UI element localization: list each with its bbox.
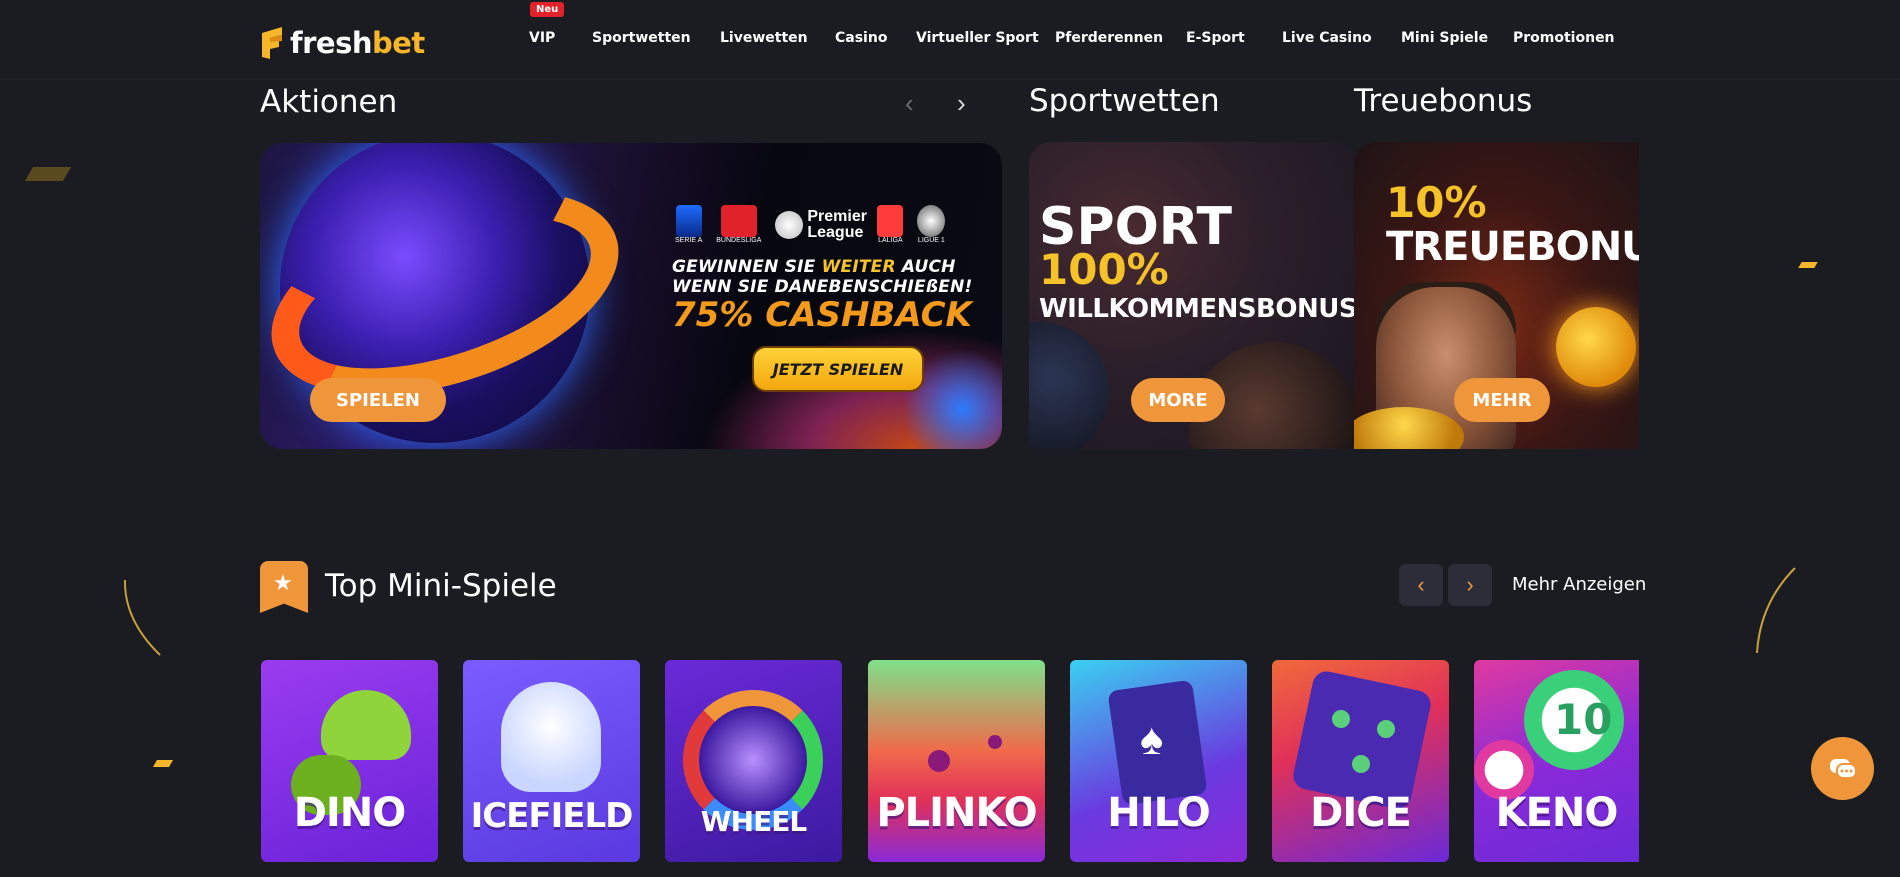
game-card-keno[interactable]: 10 KENO <box>1474 660 1639 862</box>
game-title: WHEEL <box>700 805 807 838</box>
treue-percent: 10% <box>1386 178 1487 227</box>
football-art <box>1029 322 1109 449</box>
nav-casino[interactable]: Casino <box>835 30 887 46</box>
spade-art: ♠ <box>1140 715 1164 764</box>
game-title: DICE <box>1310 790 1412 836</box>
new-badge: Neu <box>530 2 565 17</box>
streak-decoration <box>1756 567 1796 654</box>
game-card-dino[interactable]: DINO <box>261 660 438 862</box>
game-card-dice[interactable]: DICE <box>1272 660 1449 862</box>
treue-heading: TREUEBONUS <box>1386 224 1639 270</box>
nav-virtueller-sport[interactable]: Virtueller Sport <box>916 30 1039 46</box>
dice-pip-art <box>1332 710 1350 728</box>
league-bundesliga: BUNDESLIGA <box>716 205 761 244</box>
game-title: DINO <box>293 790 407 836</box>
sport-bonus-banner[interactable]: SPORT 100% WILLKOMMENSBONUS MORE <box>1029 142 1355 449</box>
game-card-wheel[interactable]: WHEEL <box>665 660 842 862</box>
aktionen-title: Aktionen <box>260 84 398 120</box>
nav-livewetten[interactable]: Livewetten <box>720 30 808 46</box>
top-header: freshbet Neu VIP Sportwetten Livewetten … <box>0 0 1900 80</box>
sport-bonus-label: WILLKOMMENSBONUS <box>1039 294 1355 324</box>
game-title: ICEFIELD <box>470 796 634 836</box>
dino-art <box>321 690 411 760</box>
league-laliga: LALIGA <box>877 205 904 244</box>
confetti-decoration <box>24 167 72 181</box>
game-card-hilo[interactable]: ♠ HILO <box>1070 660 1247 862</box>
chat-button[interactable] <box>1811 737 1874 800</box>
game-card-icefield[interactable]: ICEFIELD <box>463 660 640 862</box>
confetti-decoration <box>152 760 174 767</box>
plinko-ball-art <box>928 750 950 772</box>
treuebonus-title: Treuebonus <box>1354 83 1533 119</box>
plinko-ball-art <box>988 735 1002 749</box>
chat-icon <box>1829 758 1857 779</box>
crown-coin-art <box>1556 307 1636 387</box>
sportwetten-title: Sportwetten <box>1029 83 1220 119</box>
confetti-decoration <box>1798 262 1818 268</box>
dice-pip-art <box>1352 755 1370 773</box>
nav-sportwetten[interactable]: Sportwetten <box>592 30 691 46</box>
game-title: KENO <box>1495 790 1619 836</box>
nav-pferderennen[interactable]: Pferderennen <box>1055 30 1163 46</box>
chevron-right-icon[interactable]: › <box>957 88 966 119</box>
nav-promotionen[interactable]: Promotionen <box>1513 30 1615 46</box>
cashback-banner[interactable]: SERIE A BUNDESLIGA Premier League LALIGA… <box>260 143 1002 449</box>
league-logos: SERIE A BUNDESLIGA Premier League LALIGA… <box>675 205 946 244</box>
mehr-button[interactable]: MEHR <box>1454 378 1550 422</box>
game-title: HILO <box>1107 790 1210 836</box>
promo-line-2: WENN SIE DANEBENSCHIEßEN! <box>672 277 973 297</box>
mini-games-title: Top Mini-Spiele <box>325 568 557 604</box>
spielen-button[interactable]: SPIELEN <box>310 378 446 422</box>
cashback-text: 75% CASHBACK <box>672 295 972 335</box>
nav-mini-spiele[interactable]: Mini Spiele <box>1401 30 1488 46</box>
chevron-right-icon[interactable]: › <box>1448 564 1492 606</box>
sport-percent: 100% <box>1039 245 1169 294</box>
nav-esport[interactable]: E-Sport <box>1186 30 1245 46</box>
mehr-anzeigen-link[interactable]: Mehr Anzeigen <box>1512 574 1646 595</box>
keno-number-art: 10 <box>1554 695 1613 744</box>
league-serie-a: SERIE A <box>675 205 702 244</box>
streak-decoration <box>123 579 161 656</box>
league-ligue-1: LIGUE 1 <box>917 205 946 244</box>
chevron-left-icon[interactable]: ‹ <box>1399 564 1443 606</box>
freshbet-logo[interactable]: freshbet <box>260 26 425 60</box>
promo-line-1: GEWINNEN SIE WEITER AUCH <box>672 257 956 277</box>
treuebonus-banner[interactable]: 10% TREUEBONUS MEHR <box>1354 142 1639 449</box>
nav-live-casino[interactable]: Live Casino <box>1282 30 1372 46</box>
league-premier-league: Premier League <box>775 208 867 241</box>
yeti-art <box>501 682 601 792</box>
jetzt-spielen-button[interactable]: JETZT SPIELEN <box>752 346 924 392</box>
logo-icon <box>260 27 286 59</box>
dice-pip-art <box>1377 720 1395 738</box>
game-card-plinko[interactable]: PLINKO <box>868 660 1045 862</box>
star-icon: ★ <box>260 561 308 613</box>
chevron-left-icon[interactable]: ‹ <box>905 88 914 119</box>
more-button[interactable]: MORE <box>1131 378 1225 422</box>
nav-vip[interactable]: VIP <box>529 30 555 46</box>
logo-text: freshbet <box>290 26 425 60</box>
game-title: PLINKO <box>876 790 1037 836</box>
